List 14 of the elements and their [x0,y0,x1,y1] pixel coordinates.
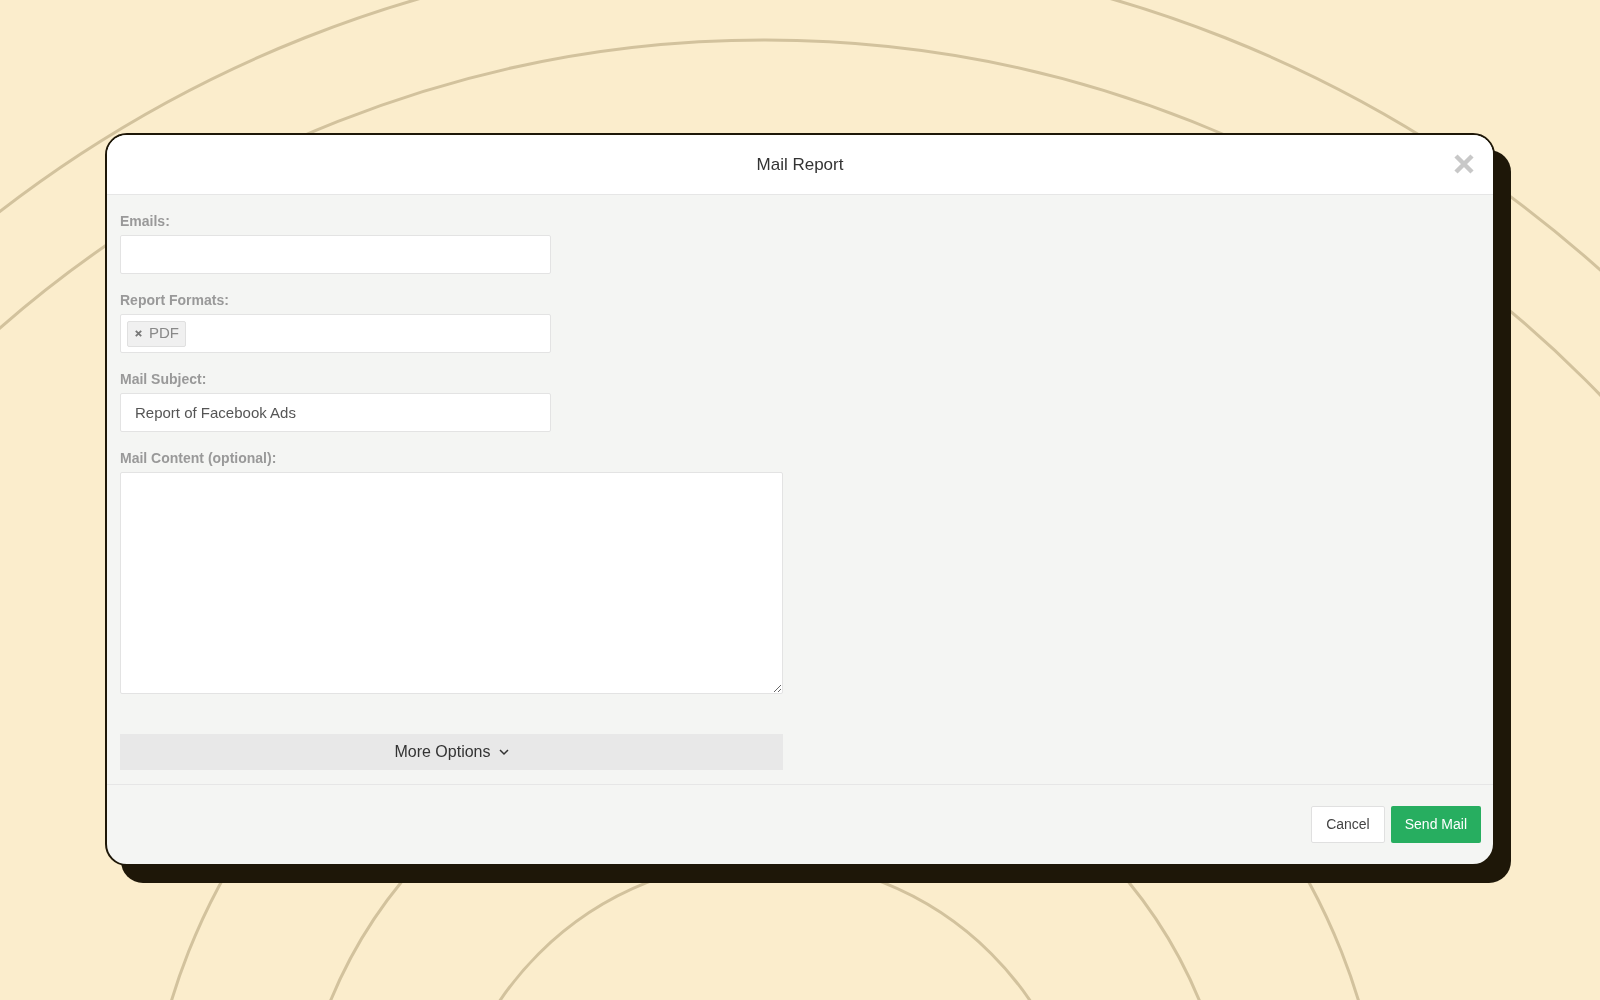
field-label: Report Formats: [120,291,230,310]
field-label: Mail Subject: [120,370,208,389]
chevron-down-icon [498,748,509,756]
field-label: Emails: [120,212,171,231]
field-label: Mail Content (optional): [120,449,278,468]
more-options-button[interactable]: More Options [120,734,783,770]
close-icon[interactable] [1453,153,1475,175]
format-tag: PDF [127,320,186,347]
text-field[interactable]: Report of Facebook Ads [120,393,551,432]
text-field[interactable] [120,235,551,274]
content-field[interactable] [120,472,783,694]
dialog-title: Mail Report [756,153,844,176]
remove-icon[interactable] [134,329,143,338]
cancel-button[interactable]: Cancel [1311,806,1385,843]
